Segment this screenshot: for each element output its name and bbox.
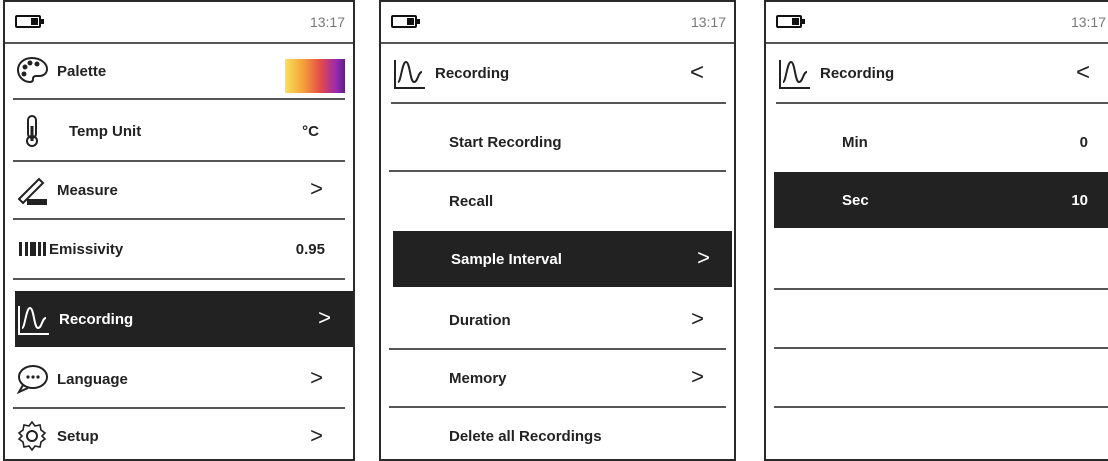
sec-value[interactable]: 10 [1071, 192, 1088, 209]
status-bar: 13:17 [381, 2, 734, 44]
chevron-right-icon: > [691, 306, 704, 331]
clock: 13:17 [690, 14, 726, 30]
measure-icon [15, 173, 49, 207]
menu-item-label: Delete all Recordings [449, 428, 602, 445]
menu-item-memory[interactable]: Memory > [389, 350, 726, 408]
clock: 13:17 [309, 14, 345, 30]
menu-item-setup[interactable]: Setup > [13, 409, 345, 459]
recording-menu-screen: 13:17 Recording < Start Recording Recall… [379, 0, 736, 461]
recording-icon [17, 302, 51, 336]
sample-interval-screen: 13:17 Recording < Min 0 Sec 10 [764, 0, 1108, 461]
menu-item-temp-unit[interactable]: Temp Unit °C [13, 102, 345, 162]
submenu-header: Recording < [776, 44, 1108, 104]
menu-item-recall[interactable]: Recall [389, 172, 726, 230]
menu-item-label: Language [57, 370, 128, 388]
emissivity-value: 0.95 [295, 240, 325, 258]
min-field[interactable]: Min 0 [774, 112, 1108, 172]
menu-item-duration[interactable]: Duration > [389, 292, 726, 350]
menu-item-label: Setup [57, 427, 99, 445]
menu-item-delete-all-recordings[interactable]: Delete all Recordings [389, 410, 726, 459]
chevron-right-icon: > [310, 423, 323, 448]
menu-item-measure[interactable]: Measure > [13, 162, 345, 220]
temp-unit-value: °C [302, 122, 319, 140]
menu-item-label: Measure [57, 181, 118, 199]
chevron-right-icon: > [310, 365, 323, 390]
battery-icon [776, 15, 805, 28]
palette-icon [15, 54, 49, 88]
submenu-title: Recording [820, 64, 895, 82]
menu-item-language[interactable]: Language > [13, 351, 345, 409]
menu-item-label: Palette [57, 62, 107, 80]
menu-item-label: Duration [449, 311, 511, 329]
back-button[interactable]: < [690, 59, 704, 87]
main-menu-screen: 13:17 Palette Temp Unit °C Measure > Emi… [3, 0, 355, 461]
menu-item-label: Sample Interval [451, 250, 562, 268]
status-bar: 13:17 [766, 2, 1108, 44]
menu-item-label: Start Recording [449, 133, 562, 151]
menu-item-label: Recording [59, 310, 134, 328]
menu-item-label: Emissivity [49, 240, 124, 258]
palette-swatch [285, 59, 345, 93]
chevron-right-icon: > [318, 305, 331, 330]
menu-item-label: Recall [449, 192, 494, 210]
emissivity-icon [15, 232, 46, 266]
recording-icon [393, 56, 427, 90]
status-bar: 13:17 [5, 2, 353, 44]
language-icon [15, 362, 49, 396]
menu-item-label: Memory [449, 369, 507, 387]
divider [774, 406, 1108, 408]
thermometer-icon [15, 114, 49, 148]
back-button[interactable]: < [1076, 59, 1090, 87]
menu-item-palette[interactable]: Palette [13, 44, 345, 100]
chevron-right-icon: > [310, 176, 323, 201]
chevron-right-icon: > [697, 245, 710, 270]
chevron-right-icon: > [691, 364, 704, 389]
submenu-title: Recording [435, 64, 510, 82]
menu-item-sample-interval[interactable]: Sample Interval > [393, 231, 732, 287]
clock: 13:17 [1070, 14, 1106, 30]
recording-icon [778, 56, 812, 90]
menu-item-recording[interactable]: Recording > [15, 291, 353, 347]
divider [774, 288, 1108, 290]
min-value[interactable]: 0 [1080, 134, 1088, 151]
sec-field[interactable]: Sec 10 [774, 172, 1108, 228]
sec-label: Sec [842, 191, 869, 209]
gear-icon [15, 419, 49, 453]
menu-item-emissivity[interactable]: Emissivity 0.95 [13, 220, 345, 280]
battery-icon [391, 15, 420, 28]
min-label: Min [842, 133, 868, 151]
submenu-header: Recording < [391, 44, 726, 104]
menu-item-label: Temp Unit [69, 122, 142, 140]
divider [774, 347, 1108, 349]
battery-icon [15, 15, 44, 28]
menu-item-start-recording[interactable]: Start Recording [389, 114, 726, 172]
